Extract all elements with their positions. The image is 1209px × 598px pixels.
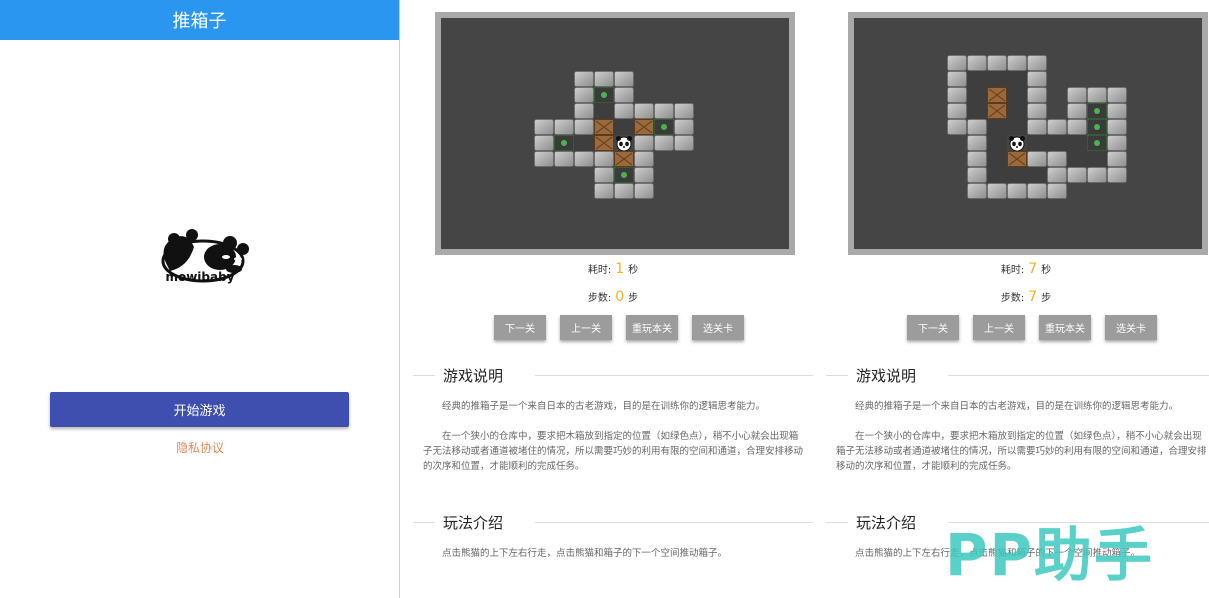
- steps-label: 步数:: [1000, 293, 1025, 304]
- next-level-button[interactable]: 下一关: [494, 315, 546, 340]
- app-title: 推箱子: [172, 11, 227, 32]
- how-to-play-paragraph: 点击熊猫的上下左右行走，点击熊猫和箱子的下一个空间推动箱子。: [442, 548, 728, 559]
- section-title: 游戏说明: [443, 367, 504, 385]
- time-label: 耗时:: [587, 265, 612, 276]
- time-stat: 耗时: 1 秒: [413, 261, 813, 277]
- prev-level-button[interactable]: 上一关: [973, 315, 1025, 340]
- sokoban-level-grid[interactable]: [854, 18, 1202, 249]
- section-game-description: 游戏说明: [826, 365, 1209, 385]
- section-title: 玩法介绍: [856, 514, 917, 532]
- prev-level-button[interactable]: 上一关: [560, 315, 612, 340]
- app-header: 推箱子: [0, 0, 399, 40]
- start-game-button[interactable]: 开始游戏: [50, 392, 349, 427]
- replay-level-button[interactable]: 重玩本关: [626, 315, 678, 340]
- time-label: 耗时:: [1000, 265, 1025, 276]
- section-title: 玩法介绍: [443, 514, 504, 532]
- steps-unit: 步: [628, 293, 639, 304]
- select-level-button[interactable]: 选关卡: [692, 315, 744, 340]
- watermark-text: PP助手: [945, 521, 1155, 589]
- section-title: 游戏说明: [856, 367, 917, 385]
- level-tiles: [534, 71, 694, 199]
- sokoban-level-grid[interactable]: [441, 18, 789, 249]
- description-paragraph-1: 经典的推箱子是一个来自日本的古老游戏，目的是在训练你的逻辑思考能力。: [442, 401, 766, 412]
- game-board[interactable]: [435, 12, 795, 255]
- description-paragraph-2: 在一个狭小的仓库中，要求把木箱放到指定的位置（如绿色点），稍不小心就会出现箱子无…: [423, 431, 804, 472]
- select-level-button[interactable]: 选关卡: [1105, 315, 1157, 340]
- steps-value: 7: [1028, 289, 1038, 305]
- time-unit: 秒: [1041, 265, 1052, 276]
- level-tiles: [947, 55, 1127, 199]
- home-screen: 推箱子 mowibaby 开始游戏 隐私协议: [0, 0, 400, 598]
- time-value: 1: [615, 261, 625, 277]
- level-controls: 下一关 上一关 重玩本关 选关卡: [413, 315, 813, 340]
- section-how-to-play: 玩法介绍: [413, 512, 813, 532]
- description-paragraph-1: 经典的推箱子是一个来自日本的古老游戏，目的是在训练你的逻辑思考能力。: [855, 401, 1179, 412]
- game-screen-1: 耗时: 1 秒 步数: 0 步 下一关 上一关 重玩本关 选关卡 游戏说明 经典的推箱子…: [413, 0, 813, 598]
- steps-label: 步数:: [587, 293, 612, 304]
- replay-level-button[interactable]: 重玩本关: [1039, 315, 1091, 340]
- steps-value: 0: [615, 289, 625, 305]
- steps-unit: 步: [1041, 293, 1052, 304]
- steps-stat: 步数: 7 步: [826, 289, 1209, 305]
- section-game-description: 游戏说明: [413, 365, 813, 385]
- logo-text: mowibaby: [165, 270, 235, 284]
- time-unit: 秒: [628, 265, 639, 276]
- time-value: 7: [1028, 261, 1038, 277]
- level-controls: 下一关 上一关 重玩本关 选关卡: [826, 315, 1209, 340]
- privacy-link[interactable]: 隐私协议: [0, 439, 400, 456]
- game-board[interactable]: [848, 12, 1208, 255]
- next-level-button[interactable]: 下一关: [907, 315, 959, 340]
- time-stat: 耗时: 7 秒: [826, 261, 1209, 277]
- steps-stat: 步数: 0 步: [413, 289, 813, 305]
- description-paragraph-2: 在一个狭小的仓库中，要求把木箱放到指定的位置（如绿色点），稍不小心就会出现箱子无…: [836, 431, 1207, 472]
